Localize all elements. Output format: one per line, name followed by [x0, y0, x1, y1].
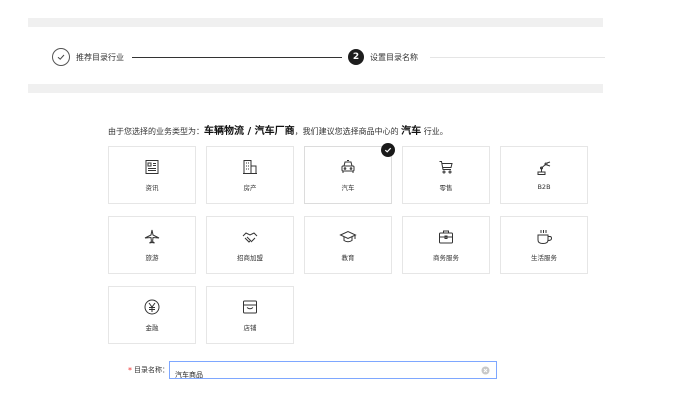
- category-card-business-services[interactable]: 商务服务: [402, 216, 490, 274]
- category-label: 零售: [439, 184, 453, 192]
- yuan-icon: [144, 299, 160, 315]
- category-card-b2b[interactable]: B2B: [500, 146, 588, 204]
- category-label: B2B: [537, 183, 551, 191]
- required-mark: *: [128, 365, 132, 375]
- category-label: 生活服务: [531, 254, 557, 262]
- category-grid: 资讯 房产 汽车 零售 B2B 旅游 招商加盟 教育 商务服务 生活服务 金融 …: [108, 143, 592, 344]
- catalog-name-label: 目录名称：: [134, 366, 169, 374]
- category-label: 招商加盟: [237, 254, 263, 262]
- catalog-name-input[interactable]: [170, 367, 480, 383]
- category-label: 汽车: [341, 184, 355, 192]
- category-card-franchise[interactable]: 招商加盟: [206, 216, 294, 274]
- car-icon: [341, 160, 355, 173]
- catalog-name-field: [169, 361, 497, 383]
- airplane-icon: [144, 229, 160, 244]
- category-card-retail[interactable]: 零售: [402, 146, 490, 204]
- hint-business-type: 车辆物流 / 汽车厂商: [204, 126, 295, 137]
- step-connector-pending: [430, 57, 605, 58]
- step-2: 2 设置目录名称: [348, 46, 418, 68]
- coffee-cup-icon: [537, 230, 553, 245]
- category-label: 商务服务: [433, 254, 459, 262]
- category-card-store[interactable]: 店铺: [206, 286, 294, 344]
- step-connector-done: [132, 57, 342, 58]
- category-card-automotive[interactable]: 汽车: [304, 143, 395, 204]
- category-label: 房产: [243, 184, 257, 192]
- category-card-real-estate[interactable]: 房产: [206, 146, 294, 204]
- graduation-cap-icon: [339, 230, 357, 243]
- hint-middle: ，我们建议您选择商品中心的: [294, 127, 399, 136]
- cart-icon: [439, 161, 453, 174]
- steps-bar: 推荐目录行业 2 设置目录名称: [52, 46, 605, 68]
- section-divider-band: [28, 84, 603, 93]
- catalog-name-label-row: * 目录名称：: [128, 361, 169, 379]
- category-card-travel[interactable]: 旅游: [108, 216, 196, 274]
- step-1: 推荐目录行业: [52, 46, 124, 68]
- step-done-check-icon: [52, 48, 70, 66]
- step-2-number: 2: [348, 49, 364, 65]
- hint-prefix: 由于您选择的业务类型为：: [108, 127, 204, 136]
- store-icon: [243, 300, 257, 314]
- top-divider-band: [28, 18, 603, 27]
- handshake-icon: [242, 232, 258, 243]
- hint-suffix: 行业。: [423, 127, 448, 136]
- category-card-news[interactable]: 资讯: [108, 146, 196, 204]
- building-icon: [243, 160, 257, 174]
- category-label: 资讯: [145, 184, 159, 192]
- selected-check-icon: [381, 143, 395, 157]
- step-1-label: 推荐目录行业: [76, 52, 124, 62]
- category-label: 店铺: [243, 324, 257, 332]
- robot-arm-icon: [537, 161, 551, 175]
- category-card-life-services[interactable]: 生活服务: [500, 216, 588, 274]
- category-card-finance[interactable]: 金融: [108, 286, 196, 344]
- news-icon: [145, 160, 159, 174]
- step-2-label: 设置目录名称: [370, 52, 418, 62]
- recommendation-hint: 由于您选择的业务类型为：车辆物流 / 汽车厂商，我们建议您选择商品中心的 汽车 …: [108, 122, 448, 137]
- category-label: 旅游: [145, 254, 159, 262]
- hint-industry: 汽车: [401, 126, 422, 137]
- briefcase-icon: [439, 230, 453, 244]
- clear-input-icon[interactable]: [480, 365, 490, 375]
- category-label: 教育: [341, 254, 355, 262]
- category-label: 金融: [145, 324, 159, 332]
- category-card-education[interactable]: 教育: [304, 216, 392, 274]
